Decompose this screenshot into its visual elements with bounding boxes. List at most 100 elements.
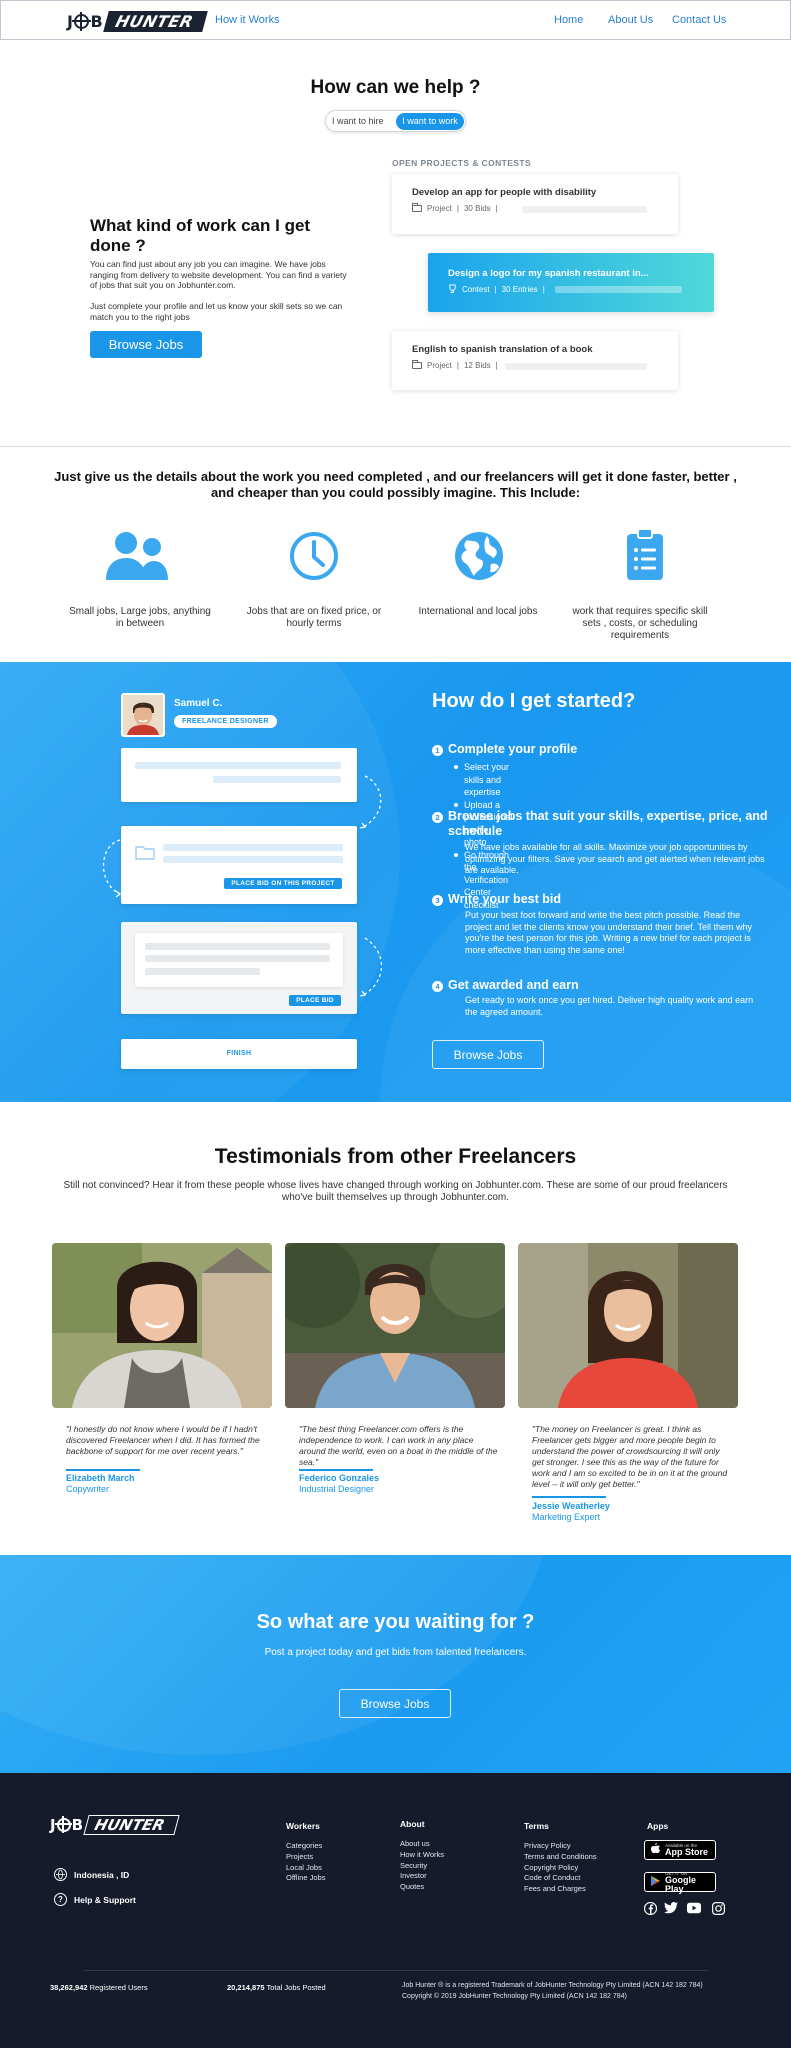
toggle-work[interactable]: I want to work <box>396 113 464 130</box>
cta-section: So what are you waiting for ? Post a pro… <box>0 1555 791 1773</box>
cta-title: So what are you waiting for ? <box>256 1611 535 1633</box>
testimonial-photo <box>52 1243 272 1408</box>
toggle-hire[interactable]: I want to hire <box>332 116 384 126</box>
step-heading: Write your best bid <box>448 892 561 906</box>
footer-link[interactable]: Offline Jobs <box>286 1873 325 1884</box>
testimonial-quote: "The money on Freelancer is great. I thi… <box>532 1424 728 1489</box>
jobs-label: Total Jobs Posted <box>266 1983 326 1992</box>
testimonial-quote: "I honestly do not know where I would be… <box>66 1424 260 1456</box>
step-heading: Browse jobs that suit your skills, exper… <box>448 809 768 838</box>
open-projects-label: OPEN PROJECTS & CONTESTS <box>392 158 532 168</box>
column-heading: Apps <box>647 1821 669 1831</box>
user-name: Samuel C. <box>174 698 223 709</box>
registered-users-stat: 38,262,942 Registered Users <box>50 1983 148 1992</box>
legal-text: Job Hunter ® is a registered Trademark o… <box>402 1981 703 2002</box>
footer-link[interactable]: Quotes <box>400 1882 444 1893</box>
footer-apps-column: Apps <box>647 1821 668 1841</box>
quote-divider <box>66 1469 140 1471</box>
instagram-icon[interactable] <box>711 1901 725 1915</box>
folder-icon <box>412 360 422 369</box>
location-text: Indonesia , ID <box>74 1869 130 1880</box>
location-selector[interactable]: Indonesia , ID <box>54 1868 129 1881</box>
logo-text-hunter: HUNTER <box>83 1815 181 1835</box>
footer-terms-column: Terms Privacy Policy Terms and Condition… <box>524 1821 597 1895</box>
twitter-icon[interactable] <box>664 1901 678 1915</box>
project-title: Develop an app for people with disabilit… <box>412 187 597 198</box>
list-item: Select your skills and expertise <box>464 761 513 799</box>
nav-contact-us[interactable]: Contact Us <box>672 14 726 26</box>
section-divider <box>0 446 791 447</box>
logo[interactable]: J B HUNTER <box>67 10 208 32</box>
facebook-icon[interactable] <box>643 1901 657 1915</box>
placeholder-bar <box>555 286 682 293</box>
browse-jobs-button[interactable]: Browse Jobs <box>339 1689 451 1718</box>
project-title: English to spanish translation of a book <box>412 344 593 355</box>
footer-link[interactable]: Security <box>400 1861 444 1872</box>
testimonial-role: Copywriter <box>66 1484 110 1494</box>
contest-card[interactable]: Design a logo for my spanish restaurant … <box>428 253 714 312</box>
footer-link[interactable]: About us <box>400 1839 444 1850</box>
column-heading: Workers <box>286 1821 320 1831</box>
testimonial-name: Elizabeth March <box>66 1473 135 1483</box>
google-play-badge[interactable]: GET IT ON Google Play <box>644 1871 716 1894</box>
get-started-title: How do I get started? <box>432 690 636 712</box>
testimonial-photo <box>285 1243 505 1408</box>
app-store-badge[interactable]: Available on the App Store <box>644 1840 716 1860</box>
avatar <box>121 693 165 737</box>
footer-link[interactable]: Privacy Policy <box>524 1841 597 1852</box>
feature-text: Jobs that are on fixed price, or hourly … <box>246 606 382 629</box>
testimonial-role: Marketing Expert <box>532 1512 601 1522</box>
placeholder-bar <box>505 363 647 370</box>
step-text: We have jobs available for all skills. M… <box>465 842 765 875</box>
help-text: Help & Support <box>74 1894 136 1905</box>
project-card[interactable]: English to spanish translation of a book… <box>392 331 678 390</box>
hire-work-toggle[interactable]: I want to hire I want to work <box>325 110 466 132</box>
footer-link[interactable]: Projects <box>286 1852 325 1863</box>
top-navbar: J B HUNTER How it Works Home About Us Co… <box>0 0 791 40</box>
folder-icon <box>412 203 422 212</box>
project-card[interactable]: Develop an app for people with disabilit… <box>392 174 678 234</box>
footer-link[interactable]: Terms and Conditions <box>524 1852 597 1863</box>
copyright-text: Copyright © 2019 JobHunter Technology Pt… <box>402 1992 627 2000</box>
clipboard-icon <box>625 528 665 584</box>
contest-type: Contest <box>462 285 490 294</box>
help-support-link[interactable]: ? Help & Support <box>54 1893 136 1906</box>
help-title: How can we help ? <box>310 77 481 98</box>
project-meta: Project | 12 Bids | <box>412 360 498 370</box>
feature-text: work that requires specific skill sets ,… <box>572 606 708 641</box>
step-text: Put your best foot forward and write the… <box>465 910 752 955</box>
crosshair-icon <box>72 11 92 31</box>
footer-link[interactable]: Local Jobs <box>286 1863 325 1874</box>
features-title: Just give us the details about the work … <box>54 469 737 500</box>
youtube-icon[interactable] <box>687 1901 701 1915</box>
footer-link[interactable]: How it Works <box>400 1850 444 1861</box>
logo-text-b: B <box>71 1816 84 1834</box>
flow-arrows <box>102 775 382 997</box>
step-heading: Get awarded and earn <box>448 978 579 992</box>
footer-link[interactable]: Investor <box>400 1871 444 1882</box>
testimonial-quote: "The best thing Freelancer.com offers is… <box>299 1424 498 1467</box>
logo-text-j: J <box>50 1816 56 1834</box>
apple-icon <box>651 1841 660 1859</box>
footer-about-column: About About us How it Works Security Inv… <box>400 1819 444 1893</box>
clock-icon <box>288 528 340 584</box>
feature-text: Small jobs, Large jobs, anything in betw… <box>69 606 211 629</box>
google-play-label: Google Play <box>665 1874 696 1894</box>
placeholder-bar <box>522 206 647 213</box>
nav-how-it-works[interactable]: How it Works <box>215 14 280 26</box>
footer-link[interactable]: Code of Conduct <box>524 1873 597 1884</box>
app-store-label: App Store <box>665 1847 709 1857</box>
browse-jobs-button[interactable]: Browse Jobs <box>432 1040 544 1069</box>
footer-link[interactable]: Fees and Charges <box>524 1884 597 1895</box>
nav-home[interactable]: Home <box>554 14 583 26</box>
question-icon: ? <box>54 1893 67 1906</box>
column-heading: Terms <box>524 1821 549 1831</box>
footer-link[interactable]: Categories <box>286 1841 325 1852</box>
footer-link[interactable]: Copyright Policy <box>524 1863 597 1874</box>
browse-jobs-button[interactable]: Browse Jobs <box>90 331 202 358</box>
footer-logo[interactable]: J B HUNTER <box>50 1815 181 1835</box>
nav-about-us[interactable]: About Us <box>608 14 653 26</box>
project-type: Project <box>427 361 452 370</box>
jobs-posted-stat: 20,214,875 Total Jobs Posted <box>227 1983 326 1992</box>
trademark-text: Job Hunter ® is a registered Trademark o… <box>402 1982 703 1989</box>
